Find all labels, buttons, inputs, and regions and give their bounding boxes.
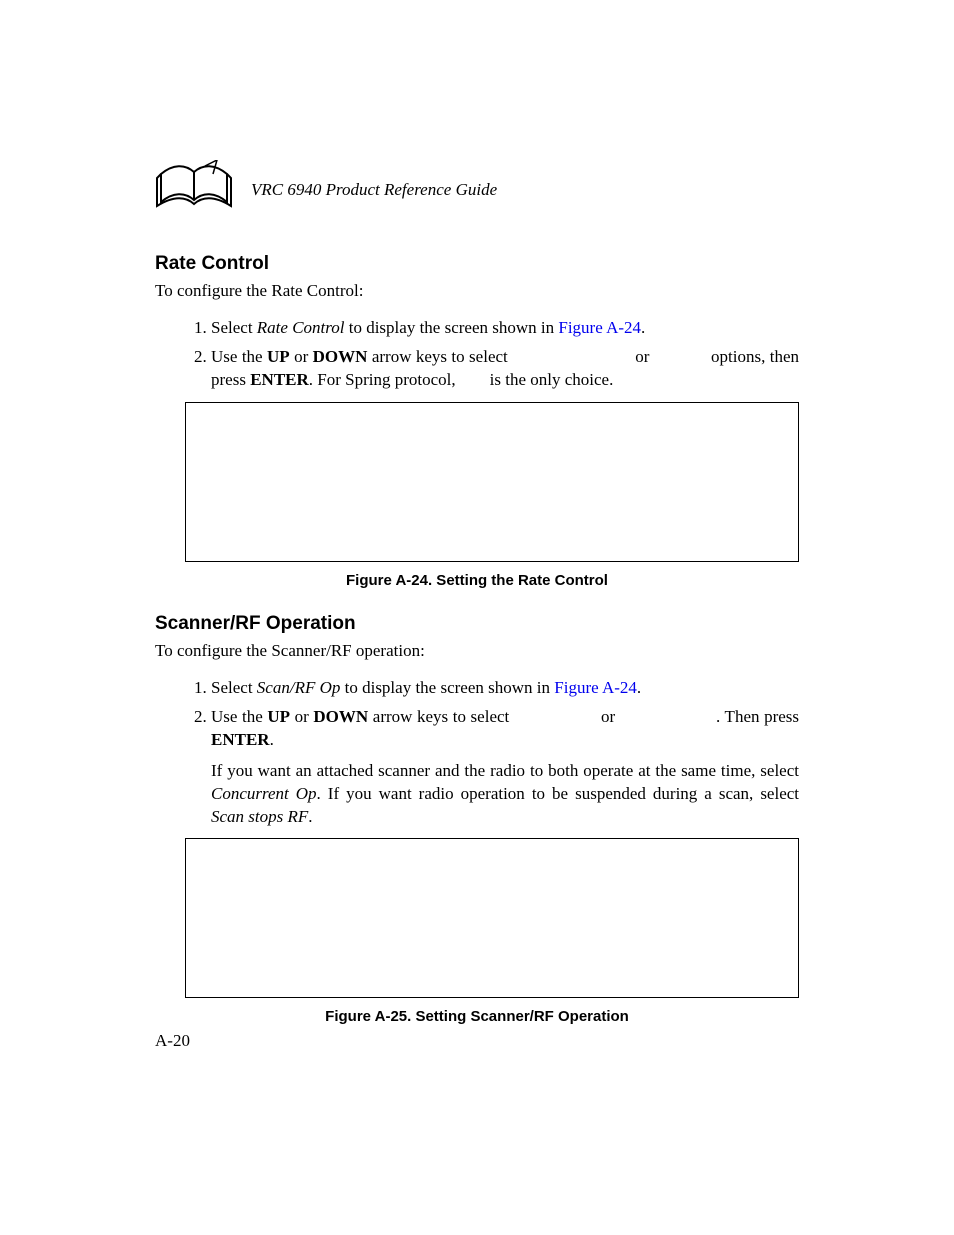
text: Select — [211, 678, 257, 697]
figure-box-a25 — [185, 838, 799, 998]
text-bold: ENTER — [211, 730, 270, 749]
text: . Then press — [716, 707, 799, 726]
step-2-rate-control: Use the UP or DOWN arrow keys to select … — [211, 346, 799, 392]
section-intro-rate-control: To configure the Rate Control: — [155, 281, 799, 301]
text-bold: DOWN — [313, 707, 368, 726]
text: Use the — [211, 707, 267, 726]
text-bold: DOWN — [313, 347, 368, 366]
text-italic: Scan/RF Op — [257, 678, 341, 697]
figure-caption-a24: Figure A-24. Setting the Rate Control — [155, 572, 799, 589]
page-header: VRC 6940 Product Reference Guide — [155, 160, 799, 219]
text: or — [596, 707, 619, 726]
section-heading-rate-control: Rate Control — [155, 253, 799, 275]
steps-rate-control: Select Rate Control to display the scree… — [185, 317, 799, 392]
text: If you want an attached scanner and the … — [211, 761, 799, 780]
text: . — [270, 730, 274, 749]
text: . — [637, 678, 641, 697]
step-2-scanner-rf: Use the UP or DOWN arrow keys to select … — [211, 706, 799, 829]
text: arrow keys to select — [368, 707, 514, 726]
text: or — [290, 707, 313, 726]
text: Select — [211, 318, 257, 337]
text: . If you want radio operation to be susp… — [317, 784, 799, 803]
book-icon — [155, 160, 233, 219]
figure-link[interactable]: Figure A-24 — [558, 318, 641, 337]
section-intro-scanner-rf: To configure the Scanner/RF operation: — [155, 641, 799, 661]
text: or — [631, 347, 654, 366]
text: to display the screen shown in — [344, 318, 558, 337]
text: or — [290, 347, 313, 366]
text: . — [641, 318, 645, 337]
section-scanner-rf: Scanner/RF Operation To configure the Sc… — [155, 613, 799, 1026]
step-2-note: If you want an attached scanner and the … — [211, 760, 799, 829]
figure-box-a24 — [185, 402, 799, 562]
text-bold: UP — [267, 707, 290, 726]
text-bold: UP — [267, 347, 290, 366]
text-bold: ENTER — [250, 370, 309, 389]
doc-title: VRC 6940 Product Reference Guide — [251, 180, 497, 200]
page-number: A-20 — [155, 1031, 190, 1051]
step-1-rate-control: Select Rate Control to display the scree… — [211, 317, 799, 340]
figure-link[interactable]: Figure A-24 — [554, 678, 637, 697]
text: to display the screen shown in — [340, 678, 554, 697]
step-1-scanner-rf: Select Scan/RF Op to display the screen … — [211, 677, 799, 700]
text-italic: Rate Control — [257, 318, 345, 337]
figure-caption-a25: Figure A-25. Setting Scanner/RF Operatio… — [155, 1008, 799, 1025]
text: Use the — [211, 347, 267, 366]
text: is the only choice. — [485, 370, 613, 389]
text-italic: Concurrent Op — [211, 784, 317, 803]
section-heading-scanner-rf: Scanner/RF Operation — [155, 613, 799, 635]
text: . — [308, 807, 312, 826]
page: VRC 6940 Product Reference Guide Rate Co… — [0, 0, 954, 1235]
text-italic: Scan stops RF — [211, 807, 308, 826]
text: arrow keys to select — [367, 347, 512, 366]
steps-scanner-rf: Select Scan/RF Op to display the screen … — [185, 677, 799, 829]
text: . For Spring protocol, — [309, 370, 460, 389]
